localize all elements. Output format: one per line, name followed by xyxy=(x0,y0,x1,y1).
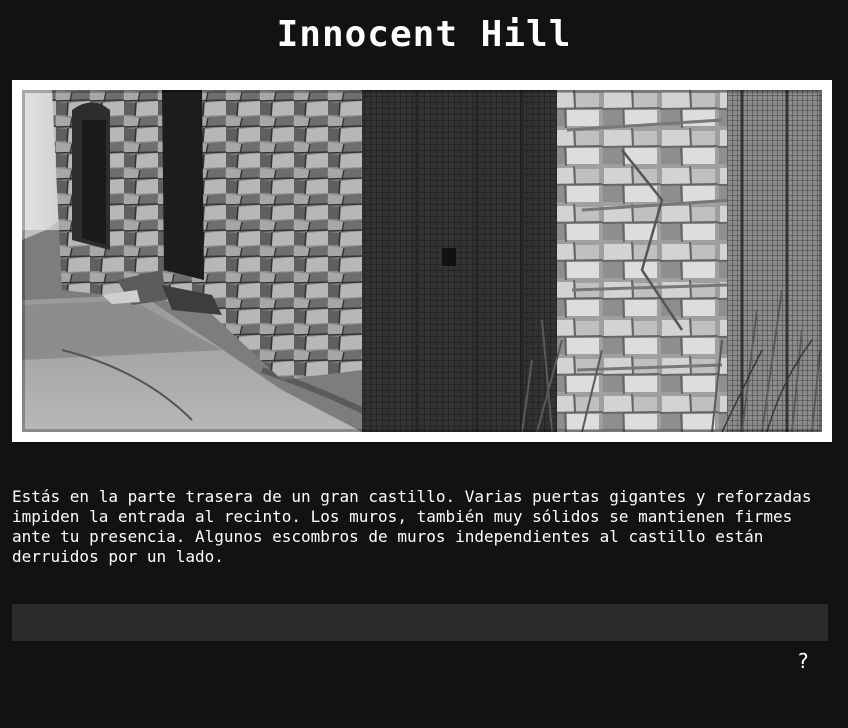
scene-image-frame xyxy=(12,80,832,442)
scene-image xyxy=(22,90,822,432)
command-input[interactable] xyxy=(12,604,828,641)
castle-wall-photo xyxy=(22,90,822,432)
command-bar[interactable] xyxy=(12,604,828,641)
scene-description: Estás en la parte trasera de un gran cas… xyxy=(12,487,812,566)
help-button[interactable]: ? xyxy=(790,648,816,674)
game-title: Innocent Hill xyxy=(276,14,572,55)
